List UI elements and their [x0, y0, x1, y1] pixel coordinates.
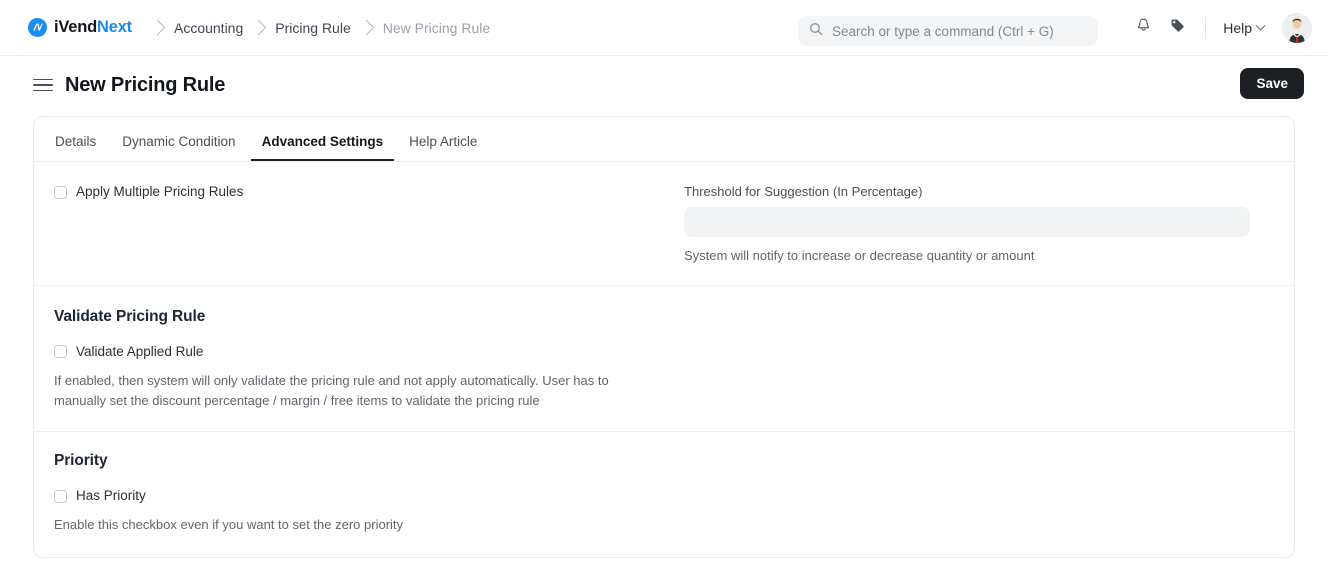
notifications-button[interactable] — [1126, 11, 1160, 45]
has-priority-label: Has Priority — [76, 488, 146, 504]
validate-applied-rule-row[interactable]: Validate Applied Rule — [54, 344, 1274, 360]
breadcrumb-separator-icon — [250, 19, 267, 36]
search-bar[interactable]: Search or type a command (Ctrl + G) — [798, 16, 1098, 46]
search-icon — [809, 22, 823, 41]
priority-section-title: Priority — [54, 452, 108, 470]
tab-bar: Details Dynamic Condition Advanced Setti… — [34, 117, 1294, 162]
apply-multiple-pricing-rules-label: Apply Multiple Pricing Rules — [76, 184, 244, 199]
threshold-input[interactable] — [684, 207, 1250, 237]
breadcrumb-separator-icon — [358, 19, 375, 36]
breadcrumb: Accounting Pricing Rule New Pricing Rule — [149, 19, 496, 36]
section-validate-pricing-rule: Validate Pricing Rule Validate Applied R… — [34, 286, 1294, 433]
apply-rules-column: Apply Multiple Pricing Rules — [54, 184, 664, 265]
apply-multiple-pricing-rules-checkbox[interactable] — [54, 185, 67, 199]
ivend-logo-icon — [28, 18, 47, 37]
bell-icon — [1135, 17, 1152, 39]
navbar-actions: Help — [1126, 0, 1312, 56]
section-apply-rules: Apply Multiple Pricing Rules Threshold f… — [34, 162, 1294, 286]
threshold-column: Threshold for Suggestion (In Percentage)… — [664, 184, 1274, 265]
tab-help-article[interactable]: Help Article — [398, 134, 488, 162]
validate-section-title: Validate Pricing Rule — [54, 307, 206, 325]
brand-logo[interactable]: iVendNext — [28, 18, 132, 37]
hamburger-menu-icon[interactable] — [33, 78, 53, 92]
breadcrumb-item-new-pricing-rule: New Pricing Rule — [382, 19, 491, 36]
has-priority-row[interactable]: Has Priority — [54, 488, 1274, 504]
help-label: Help — [1223, 20, 1252, 36]
page-header: New Pricing Rule Save — [0, 56, 1328, 114]
section-priority: Priority Has Priority Enable this checkb… — [34, 432, 1294, 557]
priority-description: Enable this checkbox even if you want to… — [54, 517, 404, 533]
page-title: New Pricing Rule — [65, 73, 226, 96]
user-avatar[interactable] — [1282, 13, 1312, 43]
breadcrumb-item-accounting[interactable]: Accounting — [168, 21, 249, 35]
save-button[interactable]: Save — [1240, 68, 1304, 99]
apply-multiple-pricing-rules-row[interactable]: Apply Multiple Pricing Rules — [54, 184, 640, 200]
search-input[interactable]: Search or type a command (Ctrl + G) — [832, 24, 1054, 39]
validate-description: If enabled, then system will only valida… — [54, 372, 609, 408]
chevron-down-icon — [1255, 20, 1266, 31]
threshold-help-text: System will notify to increase or decrea… — [684, 248, 1035, 263]
tab-dynamic-condition[interactable]: Dynamic Condition — [111, 134, 246, 162]
brand-name: iVendNext — [54, 18, 132, 36]
validate-applied-rule-label: Validate Applied Rule — [76, 343, 204, 359]
form-card: Details Dynamic Condition Advanced Setti… — [33, 116, 1295, 559]
navbar-divider — [1205, 17, 1207, 39]
has-priority-checkbox[interactable] — [54, 489, 67, 503]
tag-button[interactable] — [1160, 11, 1194, 45]
threshold-label: Threshold for Suggestion (In Percentage) — [684, 184, 923, 199]
tab-advanced-settings[interactable]: Advanced Settings — [250, 134, 395, 161]
help-menu-button[interactable]: Help — [1217, 20, 1270, 36]
breadcrumb-separator-icon — [149, 19, 166, 36]
tag-icon — [1169, 17, 1186, 39]
top-navbar: iVendNext Accounting Pricing Rule New Pr… — [0, 0, 1328, 56]
validate-applied-rule-checkbox[interactable] — [54, 345, 67, 359]
tab-details[interactable]: Details — [44, 134, 107, 162]
breadcrumb-item-pricing-rule[interactable]: Pricing Rule — [269, 21, 356, 35]
